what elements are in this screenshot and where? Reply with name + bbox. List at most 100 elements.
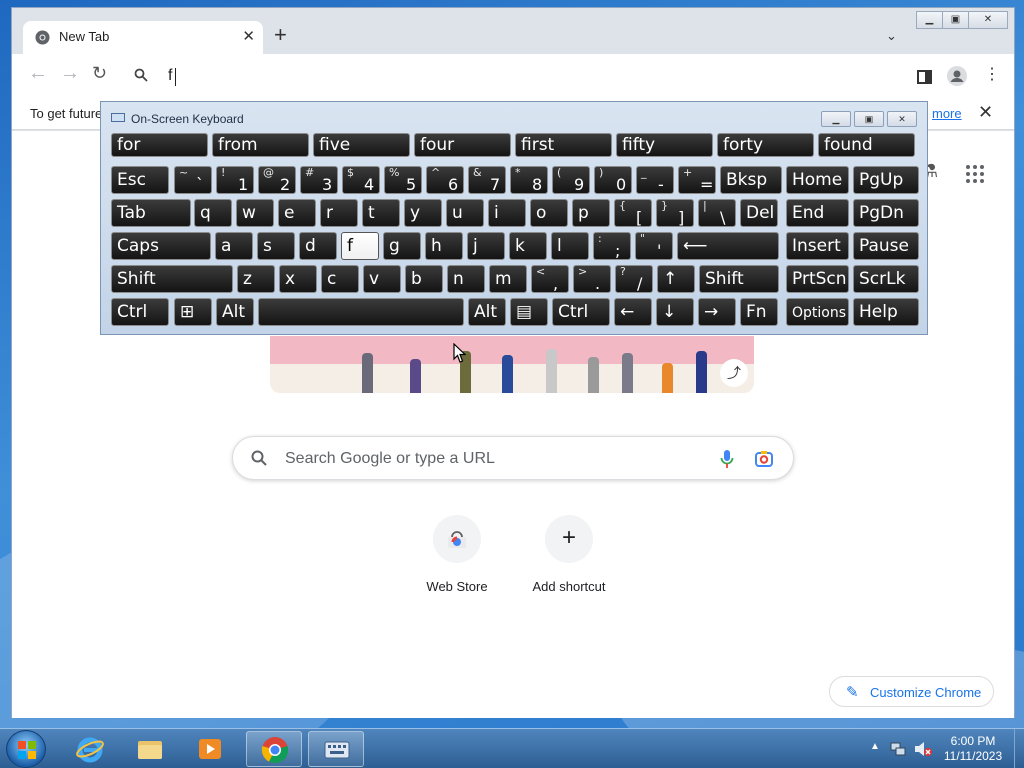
osk-key-Home[interactable]: Home (786, 166, 849, 194)
google-apps-icon[interactable] (966, 165, 984, 183)
osk-key-5[interactable]: % 5 (384, 166, 422, 194)
side-panel-icon[interactable] (917, 70, 932, 84)
osk-key-d[interactable]: d (299, 232, 337, 260)
osk-key-c[interactable]: c (321, 265, 359, 293)
osk-key-9[interactable]: (9 (552, 166, 590, 194)
osk-key-PrtScn[interactable]: PrtScn (786, 265, 849, 293)
share-icon[interactable]: ⤴ (720, 359, 748, 387)
osk-key-s[interactable]: s (257, 232, 295, 260)
osk-suggestion-fifty[interactable]: fifty (616, 133, 713, 157)
osk-key-.[interactable]: >. (573, 265, 611, 293)
osk-suggestion-from[interactable]: from (212, 133, 309, 157)
osk-key-=[interactable]: + = (678, 166, 716, 194)
osk-key-0[interactable]: ) 0 (594, 166, 632, 194)
address-bar[interactable]: f (122, 60, 902, 92)
osk-key-▤[interactable]: ▤ (510, 298, 548, 326)
osk-key-PgDn[interactable]: PgDn (853, 199, 919, 227)
osk-key-n[interactable]: n (447, 265, 485, 293)
osk-key-\[interactable]: | \ (698, 199, 736, 227)
osk-key-↑[interactable]: ↑ (657, 265, 695, 293)
start-button[interactable] (6, 730, 46, 768)
osk-key-/[interactable]: ? / (615, 265, 653, 293)
forward-icon[interactable]: → (60, 62, 80, 85)
tab-search-chevron-icon[interactable]: ⌄ (886, 28, 897, 44)
osk-key-z[interactable]: z (237, 265, 275, 293)
osk-key-;[interactable]: :; (593, 232, 631, 260)
osk-key-Bksp[interactable]: Bksp (720, 166, 782, 194)
show-hidden-icons-icon[interactable]: ▲ (870, 741, 880, 752)
maximize-button[interactable]: ▣ (942, 11, 969, 29)
osk-key-][interactable]: }] (656, 199, 694, 227)
osk-key-↓[interactable]: ↓ (656, 298, 694, 326)
osk-key-Alt[interactable]: Alt (216, 298, 254, 326)
osk-key-PgUp[interactable]: PgUp (853, 166, 919, 194)
profile-avatar-icon[interactable] (947, 66, 967, 86)
osk-key-k[interactable]: k (509, 232, 547, 260)
osk-key-⟵[interactable]: ⟵ (677, 232, 779, 260)
learn-more-link[interactable]: more (932, 106, 962, 121)
osk-key-u[interactable]: u (446, 199, 484, 227)
osk-key-Ctrl[interactable]: Ctrl (552, 298, 610, 326)
osk-key-4[interactable]: $4 (342, 166, 380, 194)
osk-suggestion-for[interactable]: for (111, 133, 208, 157)
minimize-button[interactable]: ▁ (916, 11, 943, 29)
osk-key-q[interactable]: q (194, 199, 232, 227)
osk-key-⊞[interactable]: ⊞ (174, 298, 212, 326)
tab-new-tab[interactable]: New Tab ✕ (23, 21, 263, 54)
volume-muted-icon[interactable] (914, 741, 932, 757)
osk-key-→[interactable]: → (698, 298, 736, 326)
osk-key-Fn[interactable]: Fn (740, 298, 778, 326)
google-lens-icon[interactable] (754, 449, 774, 469)
osk-key-m[interactable]: m (489, 265, 527, 293)
osk-suggestion-found[interactable]: found (818, 133, 915, 157)
osk-key-Shift[interactable]: Shift (699, 265, 779, 293)
osk-key--[interactable]: _ - (636, 166, 674, 194)
osk-key-Help[interactable]: Help (853, 298, 919, 326)
shortcut-add[interactable]: + Add shortcut (513, 515, 625, 594)
osk-key-y[interactable]: y (404, 199, 442, 227)
osk-key-[[interactable]: {[ (614, 199, 652, 227)
google-search-box[interactable]: Search Google or type a URL (232, 436, 794, 480)
osk-key-x[interactable]: x (279, 265, 317, 293)
shortcut-web-store[interactable]: Web Store (401, 515, 513, 594)
osk-key-Alt[interactable]: Alt (468, 298, 506, 326)
osk-key-,[interactable]: <, (531, 265, 569, 293)
osk-key-Esc[interactable]: Esc (111, 166, 169, 194)
taskbar-internet-explorer[interactable] (62, 731, 118, 767)
osk-key-Pause[interactable]: Pause (853, 232, 919, 260)
osk-key-←[interactable]: ← (614, 298, 652, 326)
osk-suggestion-forty[interactable]: forty (717, 133, 814, 157)
osk-key-6[interactable]: ^ 6 (426, 166, 464, 194)
osk-key-Insert[interactable]: Insert (786, 232, 849, 260)
osk-key-a[interactable]: a (215, 232, 253, 260)
osk-key-Options[interactable]: Options (786, 298, 849, 326)
info-bar-close-icon[interactable]: ✕ (978, 102, 993, 123)
osk-key-j[interactable]: j (467, 232, 505, 260)
taskbar-on-screen-keyboard[interactable] (308, 731, 364, 767)
osk-key-Ctrl[interactable]: Ctrl (111, 298, 169, 326)
back-icon[interactable]: ← (28, 62, 48, 85)
osk-suggestion-four[interactable]: four (414, 133, 511, 157)
menu-kebab-icon[interactable]: ⋮ (984, 64, 1000, 84)
tab-close-icon[interactable]: ✕ (242, 27, 255, 45)
osk-key-i[interactable]: i (488, 199, 526, 227)
taskbar-file-explorer[interactable] (122, 731, 178, 767)
voice-search-icon[interactable] (720, 449, 734, 469)
osk-key-7[interactable]: & 7 (468, 166, 506, 194)
osk-key-8[interactable]: * 8 (510, 166, 548, 194)
osk-key-Caps[interactable]: Caps (111, 232, 211, 260)
osk-key-3[interactable]: #3 (300, 166, 338, 194)
osk-key-l[interactable]: l (551, 232, 589, 260)
osk-key-'[interactable]: " ' (635, 232, 673, 260)
close-window-button[interactable]: ✕ (968, 11, 1008, 29)
osk-key-Del[interactable]: Del (740, 199, 778, 227)
network-icon[interactable] (890, 741, 906, 757)
taskbar-media-player[interactable] (182, 731, 238, 767)
osk-key-t[interactable]: t (362, 199, 400, 227)
osk-key-`[interactable]: ~ ` (174, 166, 212, 194)
address-input-value[interactable]: f (168, 67, 172, 85)
osk-key-h[interactable]: h (425, 232, 463, 260)
clock[interactable]: 6:00 PM 11/11/2023 (938, 734, 1008, 764)
new-tab-button[interactable]: + (274, 24, 287, 46)
osk-key-ScrLk[interactable]: ScrLk (853, 265, 919, 293)
